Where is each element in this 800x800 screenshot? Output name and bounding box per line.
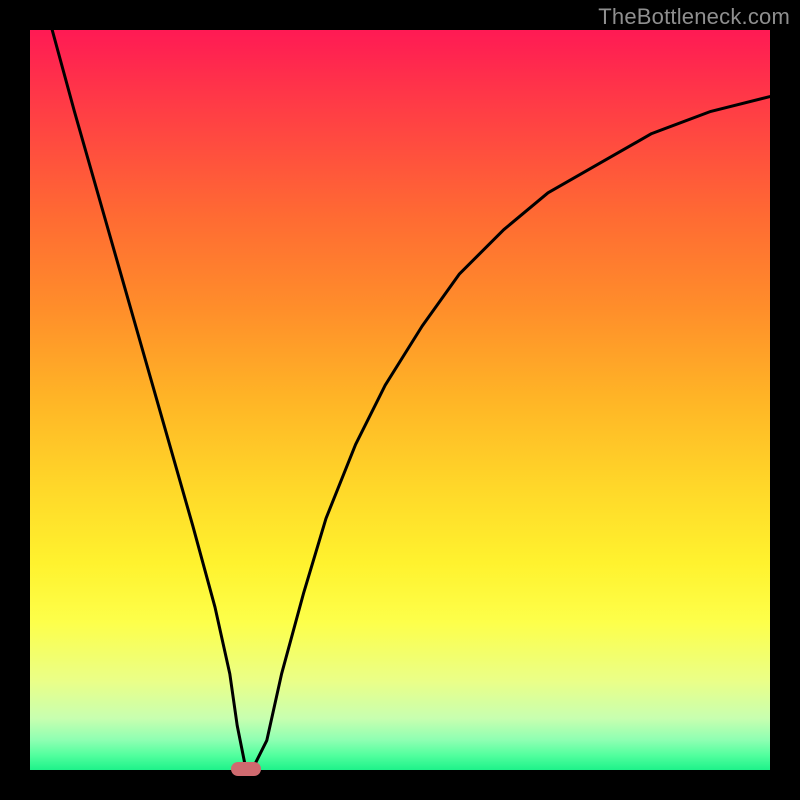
curve-svg: [30, 30, 770, 770]
watermark-text: TheBottleneck.com: [598, 4, 790, 30]
optimum-marker: [231, 762, 261, 776]
bottleneck-curve-path: [52, 30, 770, 770]
plot-area: [30, 30, 770, 770]
chart-frame: TheBottleneck.com: [0, 0, 800, 800]
